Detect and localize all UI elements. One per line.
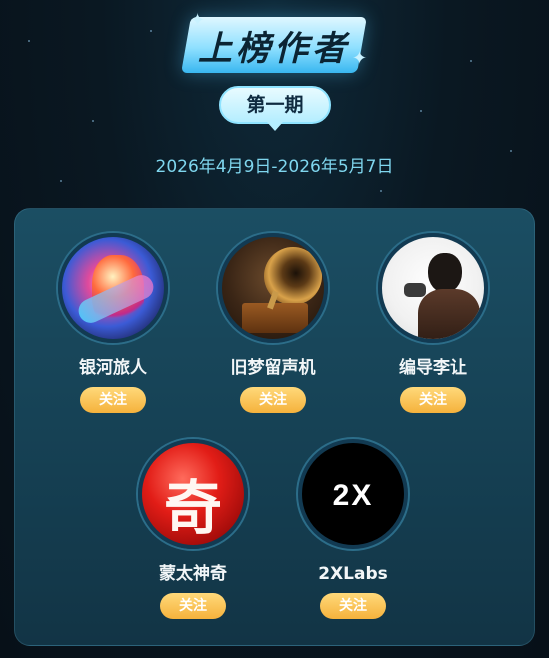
portrait-avatar[interactable] — [378, 233, 488, 343]
gramophone-avatar[interactable] — [218, 233, 328, 343]
date-range: 2026年4月9日-2026年5月7日 — [155, 157, 394, 177]
author-name[interactable]: 银河旅人 — [48, 357, 178, 379]
follow-button[interactable]: 关注 — [80, 387, 146, 413]
authors-card: 银河旅人 关注 旧梦留声机 关注 编导李让 关注 奇 蒙太神奇 关注 2X 2X… — [14, 208, 535, 646]
page-title: 上榜作者 — [198, 29, 350, 69]
follow-button[interactable]: 关注 — [160, 593, 226, 619]
author-item[interactable]: 2X 2XLabs 关注 — [288, 439, 418, 619]
author-item[interactable]: 编导李让 关注 — [368, 233, 498, 413]
issue-badge-pointer — [267, 122, 283, 131]
avatar-logo-text: 2X — [332, 479, 374, 512]
sparkle-icon: ✦ — [352, 48, 368, 69]
author-item[interactable]: 旧梦留声机 关注 — [208, 233, 338, 413]
author-name[interactable]: 蒙太神奇 — [128, 563, 258, 585]
follow-button[interactable]: 关注 — [240, 387, 306, 413]
follow-button[interactable]: 关注 — [400, 387, 466, 413]
follow-button[interactable]: 关注 — [320, 593, 386, 619]
author-name[interactable]: 编导李让 — [368, 357, 498, 379]
2x-logo-avatar[interactable]: 2X — [298, 439, 408, 549]
galaxy-warrior-avatar[interactable] — [58, 233, 168, 343]
author-name[interactable]: 2XLabs — [288, 563, 418, 585]
avatar-glyph: 奇 — [163, 474, 222, 542]
author-name[interactable]: 旧梦留声机 — [208, 357, 338, 379]
red-ball-avatar[interactable]: 奇 — [138, 439, 248, 549]
issue-badge: 第一期 — [219, 86, 331, 124]
author-item[interactable]: 银河旅人 关注 — [48, 233, 178, 413]
sparkle-icon: ✦ — [190, 10, 206, 31]
author-item[interactable]: 奇 蒙太神奇 关注 — [128, 439, 258, 619]
